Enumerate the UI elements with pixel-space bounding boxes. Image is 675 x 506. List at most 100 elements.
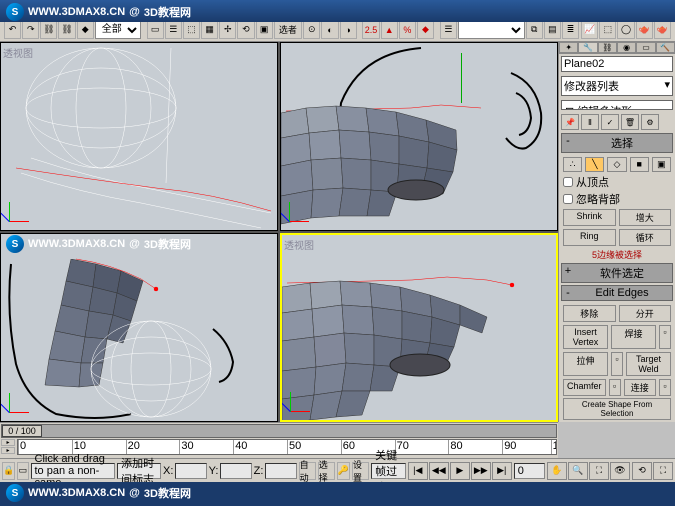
time-slider[interactable]: 0 / 100 <box>1 424 557 438</box>
shrink-button[interactable]: Shrink <box>563 209 616 226</box>
viewport-top-left[interactable]: 透视图 <box>0 42 278 231</box>
pin-stack-button[interactable]: 📌 <box>561 114 579 130</box>
subobj-element[interactable]: ▣ <box>652 157 671 172</box>
remove-button[interactable]: 移除 <box>563 305 616 322</box>
link-button[interactable]: ⛓ <box>40 21 57 39</box>
goto-end[interactable]: ▶| <box>492 462 512 480</box>
extrude-settings[interactable]: ▫ <box>611 352 623 376</box>
key-filter[interactable]: 关键帧过滤... <box>371 463 406 479</box>
redo-button[interactable]: ↷ <box>22 21 39 39</box>
named-selection-set[interactable] <box>458 21 525 39</box>
rollout-soft-selection[interactable]: +软件选定 <box>561 263 673 283</box>
viewport-zoom-extents[interactable]: ⛶ <box>589 462 609 480</box>
split-button[interactable]: 分开 <box>619 305 672 322</box>
select-name-button[interactable]: ☰ <box>165 21 182 39</box>
ref-coord-button[interactable]: 选者 <box>274 21 303 39</box>
prev-frame[interactable]: ◀◀ <box>429 462 449 480</box>
undo-button[interactable]: ↶ <box>4 21 21 39</box>
modifier-stack[interactable]: ⊟ 编辑多边形 ◁顶点 ◁边 ◁边界 ◁多边形 ◁元素 <box>561 100 673 110</box>
extrude-button[interactable]: 拉伸 <box>563 352 608 376</box>
next-frame[interactable]: ▶▶ <box>471 462 491 480</box>
stack-edit-poly[interactable]: ⊟ 编辑多边形 <box>563 102 671 110</box>
snap-toggle[interactable]: 2.5 <box>362 21 379 39</box>
render-scene-button[interactable]: 🫖 <box>636 21 653 39</box>
keymode-button[interactable]: ◑ <box>340 21 357 39</box>
rollout-selection[interactable]: -选择 <box>561 133 673 153</box>
ignore-backfacing-check[interactable]: 忽略背部 <box>563 191 671 207</box>
chamfer-button[interactable]: Chamfer <box>563 379 606 396</box>
chamfer-settings[interactable]: ▫ <box>609 379 621 396</box>
select-region-button[interactable]: ⬚ <box>183 21 200 39</box>
weld-settings[interactable]: ▫ <box>659 325 671 349</box>
unique-button[interactable]: ✓ <box>601 114 619 130</box>
viewport-orbit[interactable]: ⟲ <box>632 462 652 480</box>
add-time-tag[interactable]: 添加时间标志 <box>117 463 161 479</box>
current-frame[interactable]: 0 <box>514 463 545 479</box>
select-button[interactable]: ▭ <box>147 21 164 39</box>
layers-button[interactable]: ≣ <box>562 21 579 39</box>
create-shape-button[interactable]: Create Shape From Selection <box>563 398 671 420</box>
selection-filter[interactable]: 全部 <box>95 21 141 39</box>
material-button[interactable]: ◯ <box>617 21 634 39</box>
tab-motion[interactable]: ◉ <box>617 42 636 53</box>
tab-hierarchy[interactable]: ⛓ <box>598 42 617 53</box>
goto-start[interactable]: |◀ <box>408 462 428 480</box>
connect-button[interactable]: 连接 <box>624 379 656 396</box>
auto-key-button[interactable]: 自动 <box>299 462 316 480</box>
named-sel-button[interactable]: ☰ <box>440 21 457 39</box>
set-key-button[interactable]: 设置 <box>352 462 369 480</box>
viewport-fov[interactable]: 👁 <box>610 462 630 480</box>
grow-button[interactable]: 增大 <box>619 209 672 226</box>
schematic-button[interactable]: ⬚ <box>599 21 616 39</box>
target-weld-button[interactable]: Target Weld <box>626 352 671 376</box>
percent-snap[interactable]: % <box>399 21 416 39</box>
viewport-pan[interactable]: ✋ <box>547 462 567 480</box>
bind-button[interactable]: ◆ <box>77 21 94 39</box>
connect-settings[interactable]: ▫ <box>659 379 671 396</box>
viewport-top-right[interactable] <box>280 42 558 231</box>
scale-button[interactable]: ▣ <box>256 21 273 39</box>
move-button[interactable]: ✢ <box>219 21 236 39</box>
align-button[interactable]: ▤ <box>544 21 561 39</box>
object-name-field[interactable]: Plane02 <box>561 56 673 72</box>
subobj-vertex[interactable]: ∴ <box>563 157 582 172</box>
spinner-snap[interactable]: ◆ <box>417 21 434 39</box>
rollout-edit-edges[interactable]: -Edit Edges <box>561 285 673 301</box>
ring-button[interactable]: Ring <box>563 229 616 246</box>
track-expand[interactable]: ▸ <box>1 439 15 446</box>
remove-mod-button[interactable]: 🗑 <box>621 114 639 130</box>
window-crossing-button[interactable]: ▦ <box>201 21 218 39</box>
key-icon[interactable]: 🔑 <box>337 462 350 480</box>
tab-display[interactable]: ▭ <box>636 42 655 53</box>
y-field[interactable] <box>220 463 251 479</box>
tab-create[interactable]: ✦ <box>559 42 578 53</box>
unlink-button[interactable]: ⛓ <box>58 21 75 39</box>
insert-vertex-button[interactable]: Insert Vertex <box>563 325 608 349</box>
viewport-maximize[interactable]: ⛶ <box>653 462 673 480</box>
play[interactable]: ▶ <box>450 462 470 480</box>
by-vertex-check[interactable]: 从顶点 <box>563 174 671 190</box>
show-end-button[interactable]: Ⅱ <box>581 114 599 130</box>
loop-button[interactable]: 循环 <box>619 229 672 246</box>
quick-render-button[interactable]: 🫖 <box>654 21 671 39</box>
mirror-button[interactable]: ⧉ <box>526 21 543 39</box>
rotate-button[interactable]: ⟲ <box>237 21 254 39</box>
set-mode-button[interactable]: 选择 <box>318 462 335 480</box>
modifier-list[interactable]: 修改器列表▾ <box>561 76 673 96</box>
subobj-border[interactable]: ◇ <box>607 157 626 172</box>
weld-button[interactable]: 焊接 <box>611 325 656 349</box>
viewport-zoom[interactable]: 🔍 <box>568 462 588 480</box>
subobj-edge[interactable]: ╲ <box>585 157 604 172</box>
script-listener[interactable]: ▭ <box>17 462 28 480</box>
subobj-polygon[interactable]: ■ <box>630 157 649 172</box>
curve-editor-button[interactable]: 📈 <box>581 21 598 39</box>
lock-button[interactable]: 🔒 <box>2 462 15 480</box>
angle-snap[interactable]: ▲ <box>381 21 398 39</box>
tab-modify[interactable]: 🔧 <box>578 42 597 53</box>
viewport-bottom-right[interactable]: 透视图 <box>280 233 558 422</box>
tab-utilities[interactable]: 🔨 <box>656 42 675 53</box>
x-field[interactable] <box>175 463 206 479</box>
configure-button[interactable]: ⚙ <box>641 114 659 130</box>
viewport-bottom-left[interactable] <box>0 233 278 422</box>
manipulate-button[interactable]: ◐ <box>321 21 338 39</box>
